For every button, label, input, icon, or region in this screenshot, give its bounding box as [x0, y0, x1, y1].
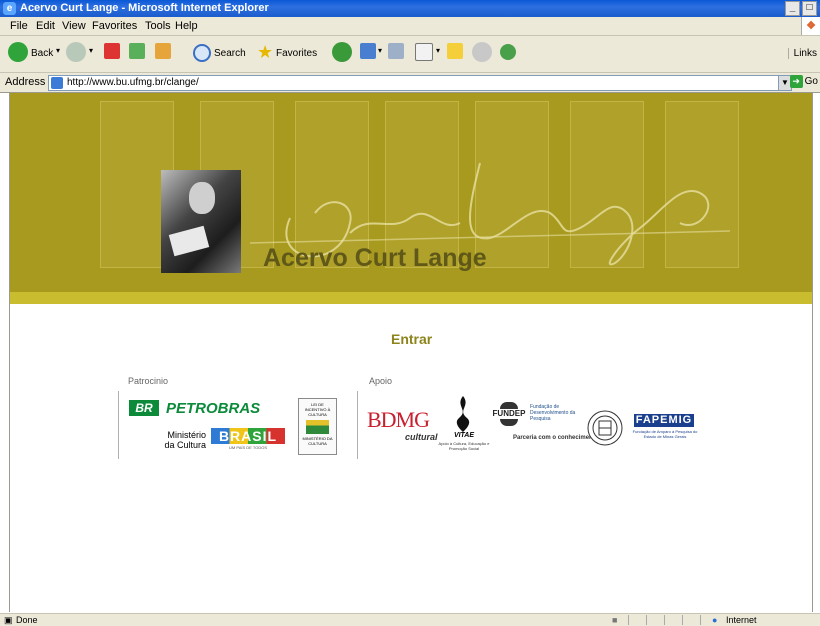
portrait-photo	[161, 170, 241, 273]
page-status-icon: ▣	[4, 615, 13, 625]
favorites-icon[interactable]: ★	[257, 42, 273, 63]
menu-bar: File Edit View Favorites Tools Help ❖	[0, 17, 820, 36]
menu-help[interactable]: Help	[175, 20, 198, 32]
fundep-logo: FUNDEP	[491, 409, 527, 418]
people-icon[interactable]	[500, 44, 516, 60]
refresh-icon[interactable]	[129, 43, 145, 59]
maximize-button[interactable]: □	[802, 1, 817, 16]
edit-dropdown-icon[interactable]: ▾	[436, 46, 440, 55]
enter-link[interactable]: Entrar	[391, 331, 432, 347]
fundep-arrows-bottom-icon	[500, 419, 518, 426]
edit-icon[interactable]	[415, 43, 433, 61]
fapemig-logo: FAPEMIG	[634, 414, 694, 427]
page-icon	[51, 77, 63, 89]
window-title: Acervo Curt Lange - Microsoft Internet E…	[20, 2, 269, 14]
divider-center	[357, 391, 358, 459]
sponsor-label: Patrocinio	[128, 376, 169, 386]
lei-incentivo-text: LEI DE INCENTIVO À CULTURA	[304, 402, 331, 417]
fundep-text: Fundação de Desenvolvimento da Pesquisa	[530, 404, 576, 422]
banner-title: Acervo Curt Lange	[263, 244, 487, 272]
vitae-subtitle: Apoio à Cultura, Educação e Promoção Soc…	[438, 441, 490, 451]
fundep-arrows-icon	[500, 402, 518, 409]
mail-icon[interactable]	[360, 43, 376, 59]
go-icon: ➜	[789, 75, 803, 88]
menu-tools[interactable]: Tools	[145, 20, 171, 32]
stop-icon[interactable]	[104, 43, 120, 59]
header-banner: Acervo Curt Lange	[10, 93, 812, 304]
home-icon[interactable]	[155, 43, 171, 59]
history-icon[interactable]	[332, 42, 352, 62]
br-logo: BR	[129, 400, 159, 416]
back-dropdown-icon[interactable]: ▾	[56, 46, 60, 55]
brasil-tagline: UM PAÍS DE TODOS	[228, 445, 267, 450]
bdmg-logo: BDMG	[367, 407, 430, 432]
lei-incentivo-emblem	[306, 420, 329, 434]
links-button[interactable]: Links	[787, 48, 817, 59]
lei-incentivo-logo: LEI DE INCENTIVO À CULTURA MINISTÉRIO DA…	[298, 398, 337, 455]
petrobras-logo: PETROBRAS	[166, 400, 261, 417]
folder-icon[interactable]	[447, 43, 463, 59]
address-bar: Address http://www.bu.ufmg.br/clange/ ▼ …	[0, 73, 820, 93]
vitae-flame-icon	[456, 396, 470, 432]
ministerio-cultura-logo: Ministério da Cultura	[164, 430, 206, 450]
search-button-label[interactable]: Search	[214, 48, 246, 59]
internet-zone-icon: ●	[712, 615, 718, 625]
menu-favorites[interactable]: Favorites	[92, 20, 137, 32]
print-icon[interactable]	[388, 43, 404, 59]
menu-edit[interactable]: Edit	[36, 20, 55, 32]
back-icon[interactable]	[8, 42, 28, 62]
bdmg-subtitle: cultural	[405, 432, 438, 442]
address-url[interactable]: http://www.bu.ufmg.br/clange/	[67, 76, 199, 90]
go-button[interactable]: ➜ Go	[789, 75, 818, 88]
support-label: Apoio	[369, 376, 393, 386]
divider-left	[118, 391, 119, 459]
search-icon[interactable]	[193, 44, 211, 62]
zone-text: Internet	[726, 615, 757, 625]
mail-dropdown-icon[interactable]: ▾	[378, 46, 382, 55]
favorites-button-label[interactable]: Favorites	[276, 48, 317, 59]
title-bar: e Acervo Curt Lange - Microsoft Internet…	[0, 0, 820, 17]
status-bar: ▣ Done ■ ● Internet	[0, 613, 820, 626]
status-text: Done	[16, 615, 38, 625]
vitae-logo: VITAE	[453, 432, 475, 439]
university-seal-icon	[587, 410, 623, 446]
page-content: Acervo Curt Lange Entrar Patrocinio Apoi…	[9, 93, 813, 612]
fapemig-subtitle: Fundação de Amparo à Pesquisa do Estado …	[632, 429, 698, 439]
address-label: Address	[5, 76, 46, 88]
forward-icon[interactable]	[66, 42, 86, 62]
go-label: Go	[804, 76, 818, 88]
standard-toolbar: Back ▾ ▾ Search ★ Favorites ▾ ▾ Links	[0, 36, 820, 73]
fundep-name: FUNDEP	[492, 409, 526, 418]
ie-icon: e	[3, 2, 16, 15]
messenger-icon[interactable]	[472, 42, 492, 62]
back-button-label[interactable]: Back	[31, 48, 53, 59]
menu-file[interactable]: File	[10, 20, 28, 32]
brasil-logo: BRASIL	[211, 428, 285, 444]
minimize-button[interactable]: _	[785, 1, 800, 16]
windows-logo-icon: ❖	[801, 17, 820, 35]
menu-view[interactable]: View	[62, 20, 86, 32]
banner-stripe	[10, 292, 812, 304]
lei-ministerio-text: MINISTÉRIO DA CULTURA	[302, 436, 333, 446]
lock-icon: ■	[612, 615, 618, 625]
forward-dropdown-icon[interactable]: ▾	[89, 46, 93, 55]
address-input[interactable]: http://www.bu.ufmg.br/clange/	[48, 75, 782, 91]
